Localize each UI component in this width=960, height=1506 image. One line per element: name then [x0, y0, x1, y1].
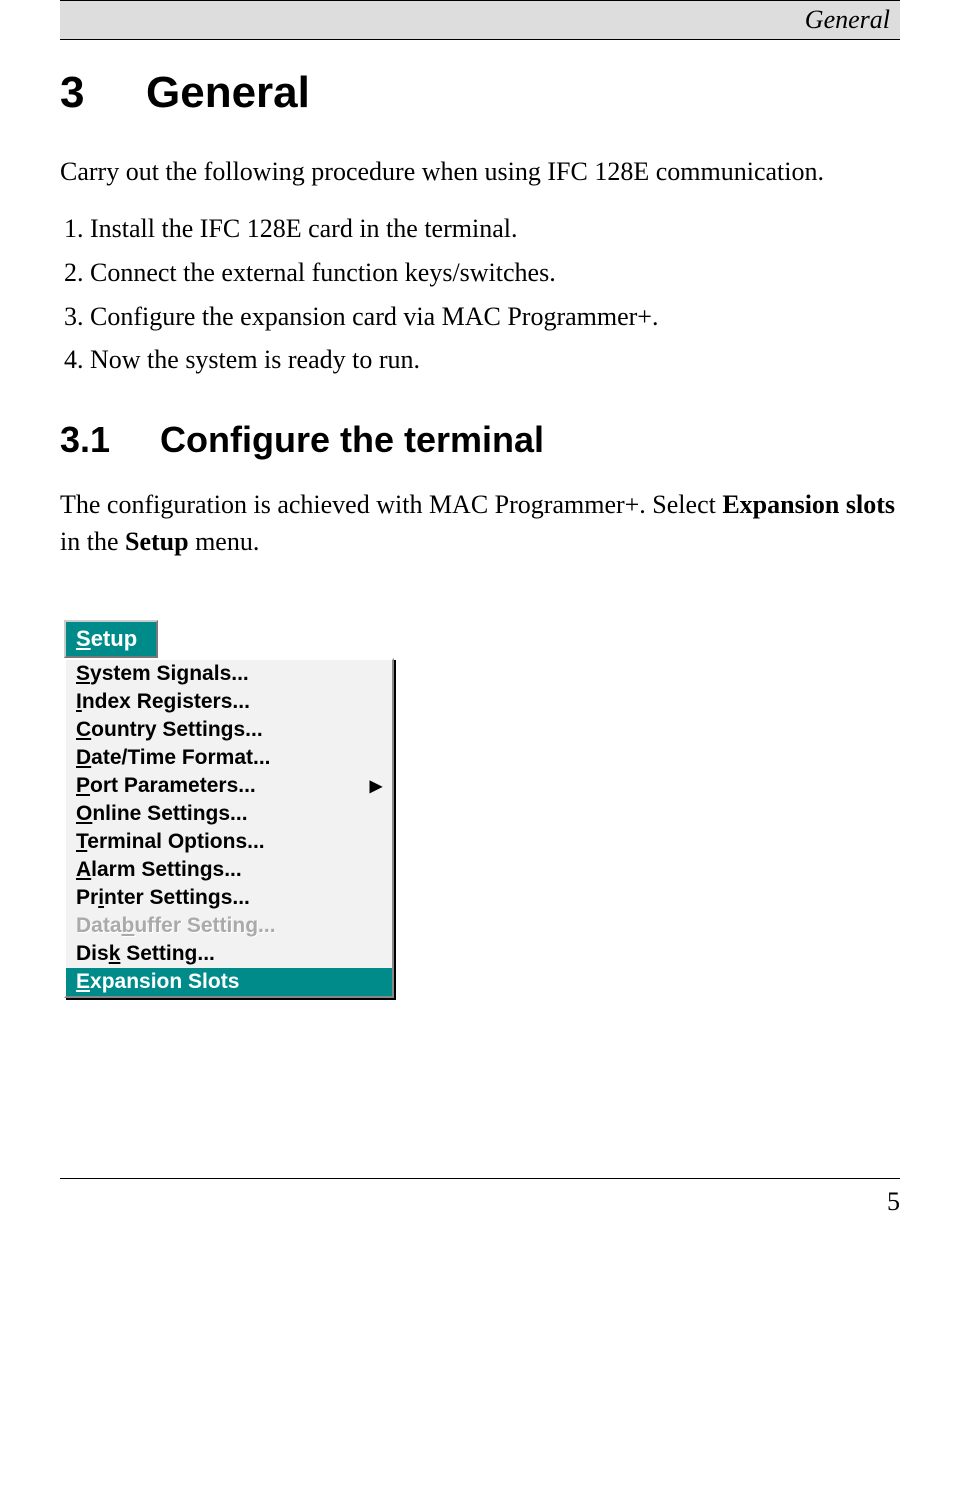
menu-item[interactable]: Disk Setting...	[66, 940, 392, 968]
menu-item-text: Data	[76, 914, 122, 937]
menu-item-text: ystem Signals...	[90, 662, 249, 685]
sub-intro-tail: menu.	[189, 527, 260, 556]
step-item: Configure the expansion card via MAC Pro…	[90, 298, 900, 336]
menu-item-text-tail: uffer Setting...	[134, 914, 275, 937]
sub-intro-bold2: Setup	[125, 527, 189, 556]
header-title: General	[805, 5, 890, 34]
menu-item-accel: O	[76, 802, 92, 825]
menu-item-label: Terminal Options...	[76, 830, 265, 854]
menu-item-label: System Signals...	[76, 662, 249, 686]
step-item: Connect the external function keys/switc…	[90, 254, 900, 292]
menu-item-text-tail: nter Settings...	[104, 886, 250, 909]
menu-item[interactable]: Country Settings...	[66, 716, 392, 744]
menu-item-accel: k	[109, 942, 121, 965]
menu-item-text: ndex Registers...	[82, 690, 250, 713]
menu-item-label: Index Registers...	[76, 690, 250, 714]
menu-title-setup[interactable]: Setup	[64, 620, 158, 658]
menu-item-text: ountry Settings...	[91, 718, 263, 741]
menu-item: Databuffer Setting...	[66, 912, 392, 940]
menu-item-text: erminal Options...	[87, 830, 264, 853]
subsection-heading: 3.1Configure the terminal	[60, 419, 900, 461]
menu-item-text-tail: Setting...	[120, 942, 215, 965]
menu-item-label: Port Parameters...	[76, 774, 256, 798]
menu-title-underline: S	[76, 626, 91, 651]
menu-item-accel: C	[76, 718, 91, 741]
menu-item-label: Databuffer Setting...	[76, 914, 276, 938]
menu-item[interactable]: Index Registers...	[66, 688, 392, 716]
sub-intro-bold1: Expansion slots	[722, 490, 895, 519]
menu-body: System Signals... Index Registers... Count…	[64, 658, 394, 998]
menu-item-label: Country Settings...	[76, 718, 263, 742]
submenu-arrow-icon: ▶	[370, 776, 382, 796]
page-footer: 5	[60, 1178, 900, 1217]
menu-title-rest: etup	[91, 626, 137, 651]
menu-item[interactable]: Port Parameters... ▶	[66, 772, 392, 800]
menu-item-text: xpansion Slots	[90, 970, 239, 993]
step-item: Install the IFC 128E card in the termina…	[90, 210, 900, 248]
page-number: 5	[887, 1187, 900, 1216]
menu-item-label: Disk Setting...	[76, 942, 215, 966]
menu-item-label: Online Settings...	[76, 802, 248, 826]
menu-item-accel: b	[122, 914, 135, 937]
subsection-intro: The configuration is achieved with MAC P…	[60, 487, 900, 560]
menu-item[interactable]: Terminal Options...	[66, 828, 392, 856]
menu-item-label: Expansion Slots	[76, 970, 239, 994]
menu-item[interactable]: Expansion Slots	[66, 968, 392, 996]
menu-item-accel: E	[76, 970, 90, 993]
menu-item[interactable]: Online Settings...	[66, 800, 392, 828]
sub-intro-text: The configuration is achieved with MAC P…	[60, 490, 722, 519]
menu-item-accel: A	[76, 858, 91, 881]
menu-item-label: Alarm Settings...	[76, 858, 242, 882]
intro-paragraph: Carry out the following procedure when u…	[60, 154, 900, 190]
setup-menu: Setup System Signals... Index Registers..…	[64, 620, 394, 998]
menu-item-accel: T	[76, 830, 87, 853]
menu-item-accel: P	[76, 774, 90, 797]
menu-item[interactable]: Alarm Settings...	[66, 856, 392, 884]
menu-item-text: larm Settings...	[91, 858, 242, 881]
menu-item-accel: S	[76, 662, 90, 685]
menu-item-text: nline Settings...	[92, 802, 247, 825]
step-item: Now the system is ready to run.	[90, 341, 900, 379]
section-title-text: General	[146, 68, 310, 117]
menu-item-label: Printer Settings...	[76, 886, 250, 910]
section-number: 3	[60, 68, 146, 118]
menu-item-text: Pr	[76, 886, 98, 909]
menu-item-label: Date/Time Format...	[76, 746, 271, 770]
sub-intro-mid: in the	[60, 527, 125, 556]
menu-item-text: ort Parameters...	[90, 774, 256, 797]
menu-item-text: Dis	[76, 942, 109, 965]
subsection-number: 3.1	[60, 419, 160, 461]
menu-item-accel: D	[76, 746, 91, 769]
section-heading: 3General	[60, 68, 900, 118]
menu-item[interactable]: System Signals...	[66, 660, 392, 688]
subsection-title-text: Configure the terminal	[160, 419, 544, 460]
menu-item[interactable]: Printer Settings...	[66, 884, 392, 912]
menu-item-text: ate/Time Format...	[91, 746, 270, 769]
steps-list: Install the IFC 128E card in the termina…	[60, 210, 900, 379]
menu-item[interactable]: Date/Time Format...	[66, 744, 392, 772]
header-bar: General	[60, 0, 900, 40]
